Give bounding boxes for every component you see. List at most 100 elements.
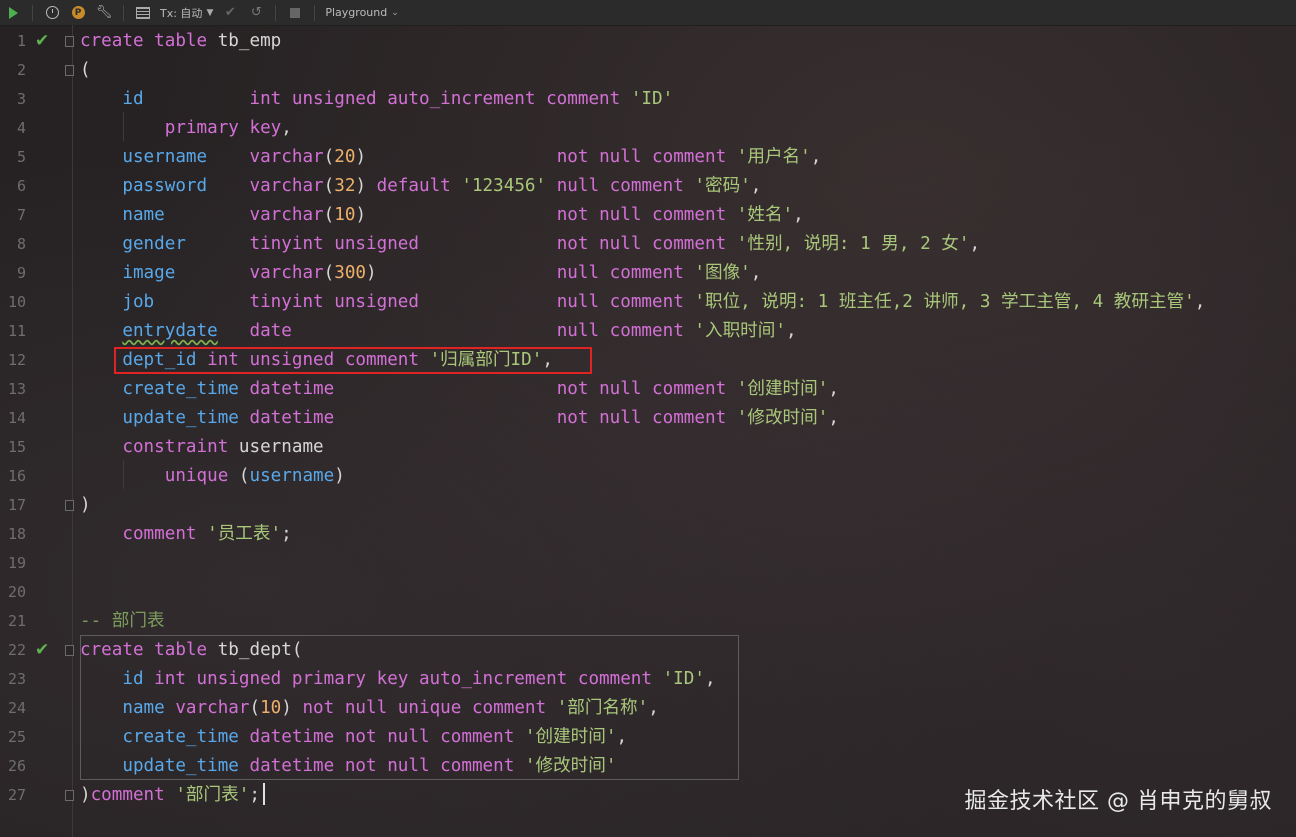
fold-marker-icon[interactable] bbox=[65, 36, 74, 47]
commit-button[interactable]: ✔ bbox=[217, 0, 243, 25]
chevron-down-icon: ⌄ bbox=[391, 7, 399, 18]
code-token: tb_emp bbox=[217, 31, 282, 51]
code-token: ( bbox=[323, 176, 335, 196]
run-button[interactable] bbox=[0, 0, 26, 25]
code-token: not null comment bbox=[556, 147, 737, 167]
plugin-button[interactable]: P bbox=[65, 0, 91, 25]
code-token: 300 bbox=[334, 263, 367, 283]
code-token: '性别, 说明: 1 男, 2 女' bbox=[736, 234, 970, 254]
code-text: create_time datetime not null comment '创… bbox=[80, 375, 839, 404]
code-line[interactable]: 4 primary key, bbox=[0, 114, 1296, 143]
code-line[interactable]: 14 update_time datetime not null comment… bbox=[0, 404, 1296, 433]
line-number: 8 bbox=[16, 235, 26, 253]
results-button[interactable] bbox=[130, 0, 156, 25]
line-number: 11 bbox=[7, 322, 26, 340]
code-line[interactable]: 21 -- 部门表 bbox=[0, 607, 1296, 636]
code-text: image varchar(300) null comment '图像', bbox=[80, 259, 761, 288]
fold-marker-icon[interactable] bbox=[65, 645, 74, 656]
code-token: ( bbox=[323, 205, 335, 225]
code-line[interactable]: 19 bbox=[0, 549, 1296, 578]
line-number: 16 bbox=[7, 467, 26, 485]
code-token: constraint bbox=[122, 437, 239, 457]
code-token: '职位, 说明: 1 班主任,2 讲师, 3 学工主管, 4 教研主管' bbox=[694, 292, 1195, 312]
code-token: tinyint unsigned bbox=[249, 292, 419, 312]
code-line[interactable]: 7 name varchar(10) not null comment '姓名'… bbox=[0, 201, 1296, 230]
clock-icon bbox=[45, 6, 59, 19]
text-caret bbox=[263, 783, 265, 805]
transaction-mode-dropdown[interactable]: Tx: 自动 ▼ bbox=[156, 5, 217, 21]
code-token: create_time bbox=[122, 379, 239, 399]
history-button[interactable] bbox=[39, 0, 65, 25]
code-line[interactable]: 18 comment '员工表'; bbox=[0, 520, 1296, 549]
code-token: not null comment bbox=[556, 234, 737, 254]
toolbar-divider bbox=[275, 4, 277, 21]
code-text: primary key, bbox=[80, 114, 292, 143]
code-line[interactable]: 6 password varchar(32) default '123456' … bbox=[0, 172, 1296, 201]
code-token: , bbox=[828, 379, 839, 399]
line-number: 6 bbox=[16, 177, 26, 195]
rollback-button[interactable]: ↺ bbox=[243, 0, 269, 25]
code-line[interactable]: 13 create_time datetime not null comment… bbox=[0, 375, 1296, 404]
code-token: '部门表' bbox=[175, 785, 250, 805]
code-line[interactable]: 2( bbox=[0, 56, 1296, 85]
code-token: name bbox=[122, 205, 165, 225]
settings-button[interactable]: 🔧︎ bbox=[91, 0, 117, 25]
code-token: username bbox=[249, 466, 335, 486]
code-text: constraint username bbox=[80, 433, 324, 462]
code-token: ) bbox=[366, 263, 557, 283]
code-line[interactable]: 5 username varchar(20) not null comment … bbox=[0, 143, 1296, 172]
code-token: username bbox=[238, 437, 324, 457]
code-token: varchar bbox=[249, 205, 324, 225]
play-icon bbox=[8, 6, 18, 19]
code-token: password bbox=[122, 176, 208, 196]
code-line[interactable]: 10 job tinyint unsigned null comment '职位… bbox=[0, 288, 1296, 317]
toolbar-divider bbox=[314, 4, 316, 21]
line-number: 1 bbox=[16, 32, 26, 50]
line-number: 3 bbox=[16, 90, 26, 108]
code-line[interactable]: 8 gender tinyint unsigned not null comme… bbox=[0, 230, 1296, 259]
code-token: comment bbox=[122, 524, 208, 544]
fold-marker-icon[interactable] bbox=[65, 65, 74, 76]
code-line[interactable]: 3 id int unsigned auto_increment comment… bbox=[0, 85, 1296, 114]
table-icon bbox=[136, 6, 150, 19]
code-token: , bbox=[750, 176, 762, 196]
code-text: comment '员工表'; bbox=[80, 520, 291, 549]
code-token: '入职时间' bbox=[694, 321, 786, 341]
code-text: )comment '部门表'; bbox=[80, 781, 260, 810]
code-token: username bbox=[122, 147, 208, 167]
code-text: gender tinyint unsigned not null comment… bbox=[80, 230, 980, 259]
code-token: , bbox=[785, 321, 797, 341]
code-line[interactable]: 20 bbox=[0, 578, 1296, 607]
line-number: 17 bbox=[7, 496, 26, 514]
fold-marker-icon[interactable] bbox=[65, 790, 74, 801]
code-line[interactable]: 9 image varchar(300) null comment '图像', bbox=[0, 259, 1296, 288]
fold-marker-icon[interactable] bbox=[65, 500, 74, 511]
code-token: image bbox=[122, 263, 176, 283]
code-token: update_time bbox=[122, 408, 239, 428]
code-line[interactable]: 17) bbox=[0, 491, 1296, 520]
code-token: not null comment bbox=[556, 408, 737, 428]
stop-button[interactable] bbox=[282, 0, 308, 25]
line-number: 26 bbox=[7, 757, 26, 775]
line-number: 24 bbox=[7, 699, 26, 717]
code-line[interactable]: 15 constraint username bbox=[0, 433, 1296, 462]
code-token: ) bbox=[355, 176, 377, 196]
code-line[interactable]: 1 ✔ create table tb_emp bbox=[0, 27, 1296, 56]
line-number: 13 bbox=[7, 380, 26, 398]
code-token: null comment bbox=[556, 321, 695, 341]
line-number: 9 bbox=[16, 264, 26, 282]
line-number: 22 bbox=[7, 641, 26, 659]
code-line[interactable]: 16 unique (username) bbox=[0, 462, 1296, 491]
code-token: comment bbox=[90, 785, 176, 805]
transaction-mode-label: Tx: 自动 bbox=[160, 6, 203, 20]
playground-dropdown[interactable]: Playground ⌄ bbox=[321, 6, 402, 19]
code-line[interactable]: 11 entrydate date null comment '入职时间', bbox=[0, 317, 1296, 346]
